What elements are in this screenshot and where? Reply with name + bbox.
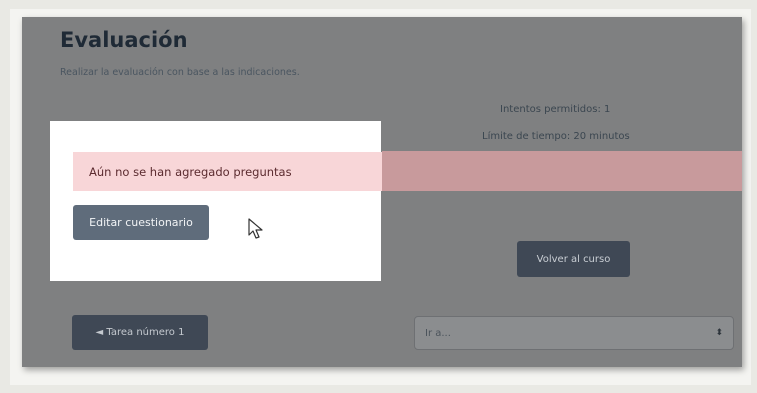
jump-to-select-value: Ir a...: [425, 327, 451, 339]
previous-activity-button[interactable]: ◄ Tarea número 1: [72, 315, 208, 350]
back-to-course-button[interactable]: Volver al curso: [517, 241, 630, 277]
alert-banner-overlay: [382, 151, 742, 191]
attempts-allowed-text: Intentos permitidos: 1: [500, 104, 611, 115]
page-title: Evaluación: [60, 28, 188, 52]
page-subtitle: Realizar la evaluación con base a las in…: [60, 67, 300, 78]
jump-to-select[interactable]: Ir a... ⬍: [414, 316, 734, 350]
mouse-pointer-icon: [248, 218, 263, 239]
time-limit-text: Límite de tiempo: 20 minutos: [482, 131, 630, 142]
highlight-box: [50, 121, 381, 281]
select-arrow-icon: ⬍: [715, 328, 723, 338]
no-questions-alert: Aún no se han agregado preguntas: [73, 152, 382, 191]
edit-quiz-button[interactable]: Editar cuestionario: [73, 205, 209, 240]
